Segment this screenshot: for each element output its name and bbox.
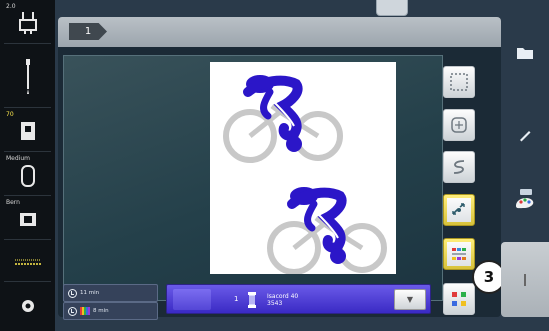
needle-plate-label: 70 [6,111,14,118]
needle-icon [25,58,30,94]
left-status-column: 2.0 70 Medium Bern [0,0,55,331]
color-time-text: 8 min [93,308,109,314]
hoop-label: Medium [6,155,30,162]
chevron-down-icon: ▼ [406,295,414,304]
color-sequence-icon [452,248,466,260]
move-tool[interactable] [443,194,475,226]
thread-tension-indicator[interactable]: Bern [4,198,51,240]
stitch-order-tool[interactable] [443,151,475,183]
embroidery-canvas[interactable] [210,62,396,275]
stitch-time-text: 11 min [80,290,100,296]
edit-button[interactable] [505,113,545,157]
thread-color-bar[interactable]: 1 Isacord 40 3543 ▼ [166,284,431,314]
main-screen: 1 3 11 min 8 min 1 Isacord 40 3543 ▼ [58,17,506,320]
folder-icon [517,48,533,59]
move-tool-inner [447,198,471,222]
color-dropdown-button[interactable]: ▼ [394,289,426,310]
presser-foot-icon [18,11,37,34]
clock-icon-2 [68,306,77,316]
pencil-icon [520,131,531,142]
file-button[interactable] [505,31,545,75]
cyclist-top [223,75,343,163]
clock-icon [68,288,77,298]
move-arrows-icon [452,203,465,215]
color-resequence-tool[interactable] [443,238,475,270]
select-area-tool[interactable] [443,66,475,98]
cyclist-motif [223,75,387,275]
hoop-icon [20,164,35,187]
color-resequence-inner [447,242,471,266]
color-swatches-icon [80,307,90,315]
spool-icon [248,292,256,308]
stitch-icon-right [524,273,526,286]
needle-plate-indicator[interactable]: 70 [4,110,51,152]
color-time-box: 8 min [63,302,158,320]
center-tool[interactable] [443,109,475,141]
presser-foot-indicator[interactable]: 2.0 [4,2,51,44]
settings-indicator[interactable] [4,284,51,328]
color-palette-button[interactable] [505,177,545,221]
screen-header: 1 [58,17,501,47]
palette-icon [516,189,534,209]
color-number: 1 [234,295,239,303]
cyclist-bottom [267,187,387,275]
embroidery-work-area[interactable] [63,55,443,301]
right-panel [501,17,549,317]
top-flap [376,0,408,16]
s-curve-icon [453,160,465,174]
presser-foot-label: 2.0 [6,3,16,10]
thread-code: 3543 [267,300,283,307]
color-tool[interactable] [443,283,475,315]
stitch-button[interactable] [501,242,549,317]
step-button[interactable]: 1 [69,23,107,40]
color-dots-icon [452,292,466,306]
needle-indicator[interactable] [4,46,51,108]
thread-tension-icon [19,212,36,226]
stitch-indicator[interactable] [4,242,51,282]
needle-plate-icon [20,121,35,140]
center-icon [451,117,467,133]
color-prev-button[interactable] [173,289,211,310]
thread-name: Isacord 40 [267,293,299,300]
hoop-indicator[interactable]: Medium [4,154,51,196]
settings-icon [21,300,34,312]
stitch-icon [14,259,41,265]
dotted-rectangle-icon [450,73,468,91]
thread-tension-label: Bern [6,199,20,206]
stitch-time-box: 11 min [63,284,158,302]
